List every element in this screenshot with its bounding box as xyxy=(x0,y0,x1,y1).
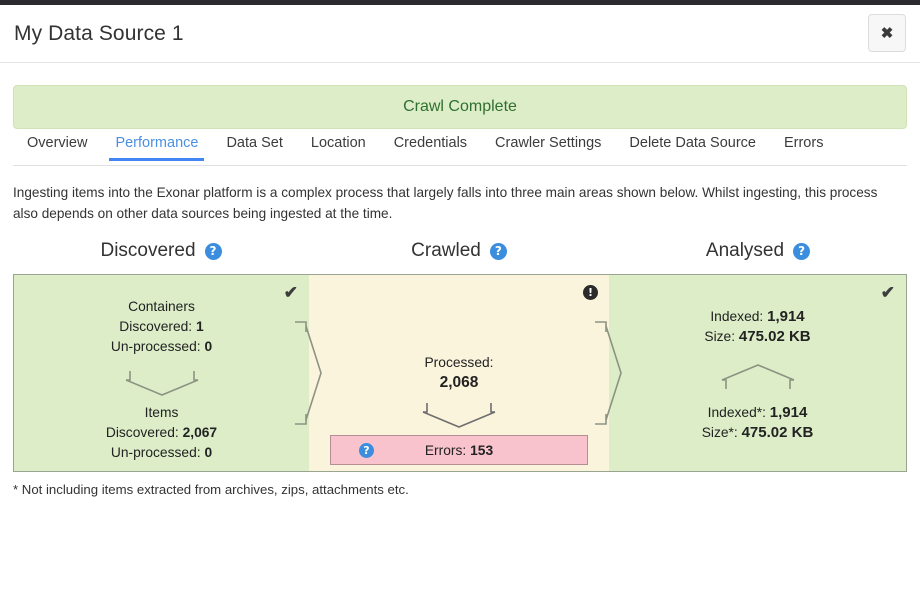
analysed-bottom-stats: Indexed*: 1,914 Size*: 475.02 KB xyxy=(702,403,814,443)
items-discovered-value: 2,067 xyxy=(182,425,218,440)
down-arrow-discovered xyxy=(124,369,200,397)
help-icon-discovered[interactable]: ? xyxy=(204,242,222,260)
containers-unprocessed-label: Un-processed: xyxy=(110,339,201,354)
heading-crawled-label: Crawled xyxy=(411,240,481,261)
discovered-items-stats: Items Discovered: 2,067 Un-processed: 0 xyxy=(106,403,217,463)
help-icon-analysed[interactable]: ? xyxy=(793,242,811,260)
items-title: Items xyxy=(144,405,179,420)
close-icon: ✖ xyxy=(880,24,894,42)
tab-errors[interactable]: Errors xyxy=(770,133,837,160)
page-title: My Data Source 1 xyxy=(14,21,184,45)
errors-bar[interactable]: ? Errors: 153 xyxy=(330,435,588,465)
status-banner: Crawl Complete xyxy=(13,85,907,129)
errors-value: 153 xyxy=(470,442,494,458)
items-discovered-row: Discovered: 2,067 xyxy=(106,423,217,443)
indexed-value: 1,914 xyxy=(767,308,805,325)
processed-label: Processed: xyxy=(424,355,494,370)
description-text: Ingesting items into the Exonar platform… xyxy=(13,185,878,221)
tab-data-set[interactable]: Data Set xyxy=(212,133,296,160)
heading-analysed-label: Analysed xyxy=(705,240,785,261)
tab-bar: Overview Performance Data Set Location C… xyxy=(13,133,907,166)
panel-analysed: ✔ Indexed: 1,914 Size: 475.02 KB Indexed… xyxy=(609,274,907,472)
items-unprocessed-value: 0 xyxy=(204,445,213,460)
containers-unprocessed-row: Un-processed: 0 xyxy=(111,337,212,357)
size-label: Size: xyxy=(704,329,736,344)
help-icon-errors[interactable]: ? xyxy=(359,442,374,458)
indexed-star-label: Indexed*: xyxy=(707,405,766,420)
data-source-modal: My Data Source 1 ✖ Crawl Complete Overvi… xyxy=(0,0,920,596)
size-star-label: Size*: xyxy=(701,425,738,440)
ingestion-funnel: ✔ Containers Discovered: 1 Un-processed:… xyxy=(13,274,907,472)
containers-title: Containers xyxy=(128,299,195,314)
crawled-processed-stats: Processed: 2,068 xyxy=(424,353,493,393)
processed-value: 2,068 xyxy=(439,374,479,391)
indexed-row: Indexed: 1,914 xyxy=(704,307,810,327)
help-icon-crawled[interactable]: ? xyxy=(489,242,507,260)
size-star-row: Size*: 475.02 KB xyxy=(702,423,814,443)
heading-crawled: Crawled ? xyxy=(309,240,609,262)
analysed-top-stats: Indexed: 1,914 Size: 475.02 KB xyxy=(704,307,810,347)
heading-discovered: Discovered ? xyxy=(13,240,309,262)
tab-delete-data-source[interactable]: Delete Data Source xyxy=(615,133,770,160)
indexed-star-value: 1,914 xyxy=(769,404,808,421)
heading-analysed: Analysed ? xyxy=(609,240,907,262)
down-arrow-crawled xyxy=(421,401,497,429)
close-button[interactable]: ✖ xyxy=(868,14,906,52)
items-discovered-label: Discovered: xyxy=(105,425,179,440)
size-star-value: 475.02 KB xyxy=(741,424,814,441)
tab-credentials[interactable]: Credentials xyxy=(380,133,481,160)
tab-location[interactable]: Location xyxy=(297,133,380,160)
heading-discovered-label: Discovered xyxy=(100,240,196,261)
items-unprocessed-label: Un-processed: xyxy=(110,445,201,460)
size-row: Size: 475.02 KB xyxy=(704,327,810,347)
tab-overview[interactable]: Overview xyxy=(13,133,101,160)
modal-header: My Data Source 1 ✖ xyxy=(0,5,920,63)
status-banner-text: Crawl Complete xyxy=(403,98,517,115)
footnote-text: * Not including items extracted from arc… xyxy=(13,482,409,497)
containers-discovered-row: Discovered: 1 xyxy=(111,317,212,337)
up-arrow-analysed xyxy=(720,363,796,391)
stage-headings: Discovered ? Crawled ? Analysed ? xyxy=(13,240,907,262)
containers-unprocessed-value: 0 xyxy=(204,339,213,354)
tab-crawler-settings[interactable]: Crawler Settings xyxy=(481,133,615,160)
panel-discovered: ✔ Containers Discovered: 1 Un-processed:… xyxy=(13,274,309,472)
containers-discovered-label: Discovered: xyxy=(119,319,193,334)
indexed-star-row: Indexed*: 1,914 xyxy=(702,403,814,423)
panel-crawled: ! Processed: 2,068 ? Errors: 153 xyxy=(309,274,609,472)
errors-label: Errors: xyxy=(424,442,467,458)
tab-performance[interactable]: Performance xyxy=(101,133,212,161)
containers-discovered-value: 1 xyxy=(196,319,204,334)
discovered-containers-stats: Containers Discovered: 1 Un-processed: 0 xyxy=(111,297,212,357)
size-value: 475.02 KB xyxy=(738,328,811,345)
items-unprocessed-row: Un-processed: 0 xyxy=(106,443,217,463)
indexed-label: Indexed: xyxy=(710,309,764,324)
